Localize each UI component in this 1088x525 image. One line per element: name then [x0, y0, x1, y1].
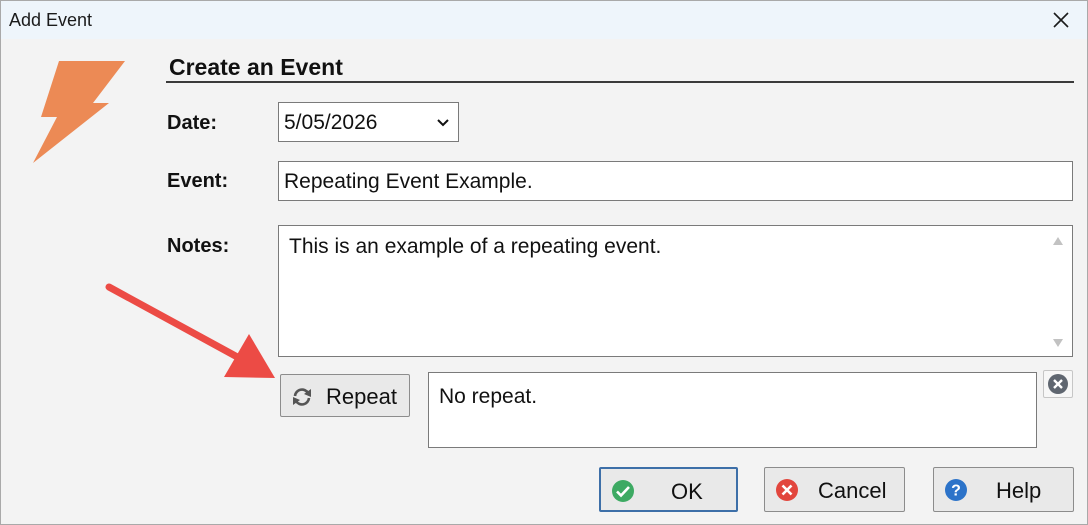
ok-button[interactable]: OK [599, 467, 738, 512]
scroll-down-icon[interactable] [1052, 338, 1064, 348]
red-arrow-annotation [105, 283, 275, 378]
clear-repeat-button[interactable] [1043, 370, 1073, 398]
repeat-summary: No repeat. [439, 385, 538, 408]
event-label: Event: [167, 170, 229, 192]
cancel-button-label: Cancel [818, 478, 887, 503]
chevron-down-icon [437, 119, 449, 127]
date-picker[interactable]: 5/05/2026 [278, 102, 459, 142]
title-bar[interactable]: Add Event [1, 1, 1087, 39]
help-button-label: Help [996, 478, 1042, 503]
section-divider [166, 81, 1074, 83]
notes-textarea[interactable]: This is an example of a repeating event. [278, 225, 1073, 357]
cancel-button[interactable]: Cancel [764, 467, 905, 512]
close-button[interactable] [1035, 1, 1087, 39]
close-icon [1053, 12, 1069, 28]
help-button[interactable]: ? Help [933, 467, 1074, 512]
clear-x-icon [1048, 374, 1068, 394]
repeat-button[interactable]: Repeat [280, 374, 410, 417]
event-field[interactable]: Repeating Event Example. [278, 161, 1073, 201]
help-circle-icon: ? [945, 479, 967, 501]
window-title: Add Event [9, 10, 93, 30]
lightning-bolt-icon [33, 61, 125, 163]
svg-text:?: ? [951, 483, 961, 500]
event-value: Repeating Event Example. [284, 170, 533, 193]
refresh-icon [293, 388, 311, 406]
check-circle-icon [612, 480, 634, 502]
section-title: Create an Event [169, 54, 343, 80]
date-label: Date: [167, 112, 218, 134]
date-value: 5/05/2026 [284, 111, 378, 134]
repeat-button-label: Repeat [326, 384, 397, 409]
add-event-dialog: Add Event Create an Event Date: 5/05/202… [0, 0, 1088, 525]
cancel-circle-icon [776, 479, 798, 501]
scroll-up-icon[interactable] [1052, 236, 1064, 246]
repeat-summary-field[interactable]: No repeat. [428, 372, 1037, 448]
ok-button-label: OK [671, 479, 703, 504]
notes-label: Notes: [167, 235, 230, 257]
notes-value: This is an example of a repeating event. [289, 235, 662, 258]
